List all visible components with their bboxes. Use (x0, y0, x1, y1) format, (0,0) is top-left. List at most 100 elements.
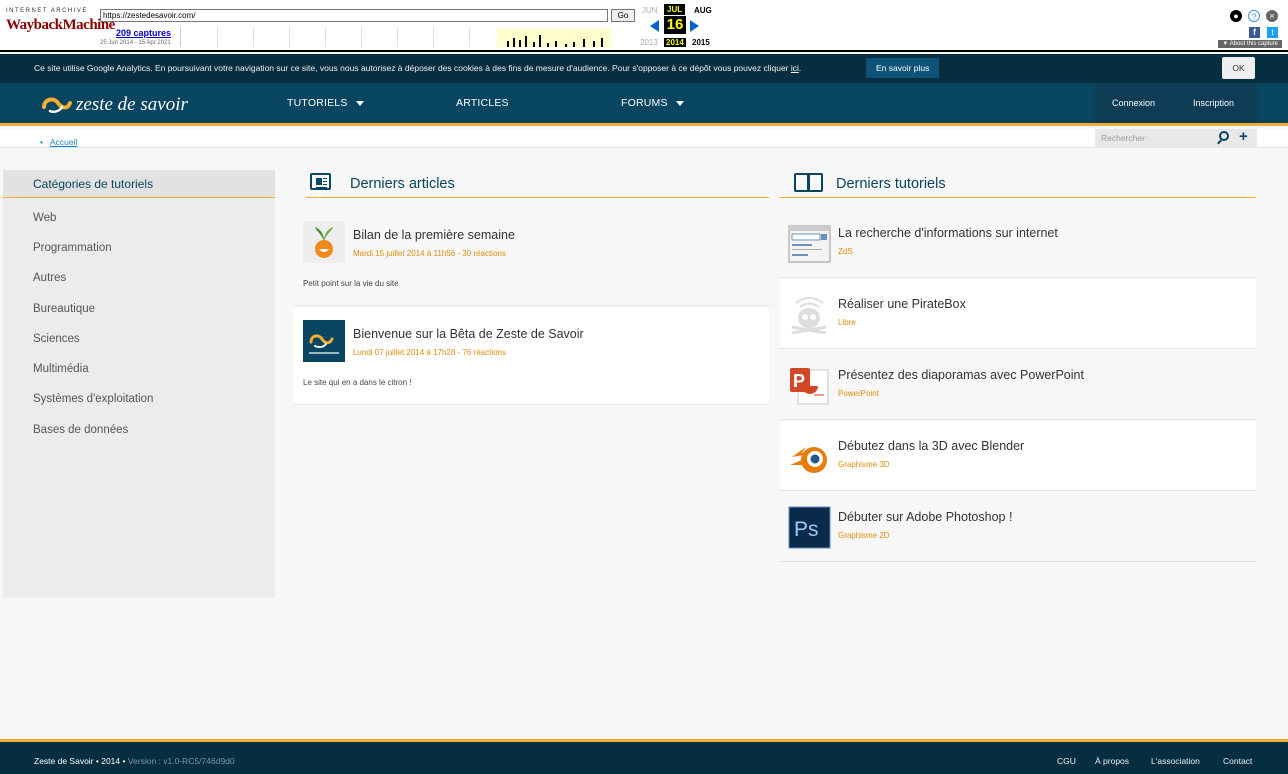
sidebar-categories: Catégories de tutoriels Web Programmatio… (3, 170, 275, 598)
nav-articles-label: ARTICLES (456, 97, 509, 109)
newspaper-icon (310, 173, 331, 190)
tutorial-title[interactable]: Débuter sur Adobe Photoshop ! (838, 510, 1012, 524)
footer-link-cgu[interactable]: CGU (1057, 756, 1076, 766)
signup-link[interactable]: Inscription (1193, 83, 1234, 123)
footer-link-contact[interactable]: Contact (1223, 756, 1252, 766)
zds-logo-icon: zeste de savoir (42, 94, 188, 115)
cookie-more-button[interactable]: En savoir plus (866, 58, 940, 78)
tutorial-item[interactable]: Ps Débuter sur Adobe Photoshop ! Graphis… (780, 492, 1256, 562)
divider (780, 561, 1256, 562)
wayback-capture-range: 25 Jun 2014 - 15 Apr 2021 (100, 40, 171, 46)
chevron-down-icon (675, 100, 684, 106)
cookie-text: Ce site utilise Google Analytics. En pou… (34, 63, 802, 73)
divider (780, 490, 1256, 491)
article-title[interactable]: Bienvenue sur la Bêta de Zeste de Savoir (353, 327, 584, 341)
wayback-logo-top: INTERNET ARCHIVE (6, 8, 88, 14)
sparkline-tick (361, 27, 362, 47)
sparkline-tick (397, 27, 398, 47)
wayback-url-input[interactable]: https://zestedesavoir.com/ (100, 9, 608, 22)
article-title[interactable]: Bilan de la première semaine (353, 228, 515, 242)
article-item[interactable]: Bienvenue sur la Bêta de Zeste de Savoir… (293, 307, 769, 405)
sparkline-bar (573, 42, 575, 47)
wayback-next-year[interactable]: 2015 (692, 38, 710, 47)
article-meta: Mardi 15 juillet 2014 à 11h56 - 30 réact… (353, 249, 506, 258)
tutorial-item[interactable]: Débutez dans la 3D avec Blender Graphism… (780, 421, 1256, 491)
sparkline-bar (533, 42, 535, 47)
tutorial-tag[interactable]: Graphisme 3D (838, 460, 890, 469)
wayback-go-button[interactable]: Go (611, 9, 635, 22)
wayback-sparkline[interactable] (180, 27, 640, 47)
user-icon[interactable]: ● (1230, 10, 1242, 22)
wayback-logo[interactable]: INTERNET ARCHIVE WaybackMachine (6, 8, 115, 46)
tutorial-item[interactable]: La recherche d'informations sur internet… (780, 208, 1256, 278)
sidebar-title: Catégories de tutoriels (3, 170, 275, 198)
sidebar-item-sciences[interactable]: Sciences (33, 333, 80, 345)
cookie-banner: Ce site utilise Google Analytics. En pou… (0, 54, 1288, 83)
article-item[interactable]: Bilan de la première semaine Mardi 15 ju… (293, 208, 769, 306)
twitter-icon[interactable]: t (1267, 27, 1278, 38)
nav-articles[interactable]: ARTICLES (456, 83, 509, 123)
tutorial-title[interactable]: Réaliser une PirateBox (838, 297, 966, 311)
advanced-search-plus-icon[interactable]: + (1239, 128, 1248, 145)
sparkline-bar (507, 41, 509, 47)
prev-capture-arrow-icon[interactable] (650, 20, 659, 32)
tutorial-item[interactable]: Réaliser une PirateBox Libre (780, 279, 1256, 349)
footer-link-a-propos[interactable]: À propos (1095, 756, 1129, 766)
wayback-actions: ● ? × f t ▼ About this capture (1202, 8, 1282, 48)
facebook-icon[interactable]: f (1249, 27, 1260, 38)
cookie-message: Ce site utilise Google Analytics. En pou… (34, 63, 791, 73)
tutorial-thumbnail (788, 222, 831, 265)
search-icon[interactable] (1219, 131, 1229, 141)
close-icon[interactable]: × (1266, 10, 1278, 22)
tutorial-tag[interactable]: PowerPoint (838, 389, 879, 398)
footer-link-association[interactable]: L'association (1151, 756, 1200, 766)
sidebar-item-systemes[interactable]: Systèmes d'exploitation (33, 393, 153, 405)
divider (780, 419, 1256, 420)
nav-tutoriels[interactable]: TUTORIELS (287, 83, 364, 123)
photoshop-icon: Ps (788, 506, 831, 549)
pirate-skull-icon (791, 297, 827, 335)
sidebar-item-programmation[interactable]: Programmation (33, 242, 112, 254)
article-thumbnail (303, 221, 345, 263)
sparkline-bar (525, 36, 527, 47)
tutorial-tag[interactable]: Graphisme 2D (838, 531, 890, 540)
sub-bar: Accueil Rechercher + (0, 128, 1288, 148)
tutorial-thumbnail: P (788, 364, 831, 407)
help-icon[interactable]: ? (1248, 10, 1260, 22)
account-area: Connexion Inscription (1095, 83, 1257, 123)
sidebar-item-autres[interactable]: Autres (33, 272, 66, 284)
search-input[interactable]: Rechercher (1101, 133, 1145, 143)
tutorial-tag[interactable]: Libre (838, 318, 856, 327)
sidebar-item-web[interactable]: Web (33, 212, 56, 224)
tutorial-title[interactable]: Présentez des diaporamas avec PowerPoint (838, 368, 1084, 382)
nav-forums[interactable]: FORUMS (621, 83, 684, 123)
tutorial-tag[interactable]: ZdS (838, 247, 853, 256)
search-box[interactable]: Rechercher + (1095, 128, 1257, 148)
footer-brand: Zeste de Savoir • 2014 • Version : v1.0-… (34, 756, 235, 766)
about-capture-button[interactable]: ▼ About this capture (1218, 40, 1282, 48)
tutorial-item[interactable]: P Présentez des diaporamas avec PowerPoi… (780, 350, 1256, 420)
sidebar-item-bases-de-donnees[interactable]: Bases de données (33, 424, 128, 436)
cookie-ok-button[interactable]: OK (1222, 57, 1255, 79)
next-capture-arrow-icon[interactable] (690, 20, 699, 32)
sparkline-bar (539, 35, 541, 47)
articles-heading: Derniers articles (350, 176, 455, 192)
svg-text:P: P (793, 371, 805, 391)
site-logo[interactable]: zeste de savoir (40, 91, 200, 117)
browser-window-icon (788, 225, 831, 263)
wayback-prev-month[interactable]: JUN (642, 6, 658, 15)
sidebar-item-multimedia[interactable]: Multimédia (33, 363, 89, 375)
wayback-captures-link[interactable]: 209 captures (116, 28, 171, 38)
footer-version[interactable]: Version : v1.0-RC5/746d9d0 (125, 756, 235, 766)
sidebar-item-bureautique[interactable]: Bureautique (33, 303, 95, 315)
tutorial-title[interactable]: La recherche d'informations sur internet (838, 226, 1058, 240)
tutorial-title[interactable]: Débutez dans la 3D avec Blender (838, 439, 1024, 453)
cookie-optout-link[interactable]: ici (791, 63, 799, 73)
wayback-next-month[interactable]: AUG (694, 6, 712, 15)
svg-text:Ps: Ps (794, 518, 819, 541)
sparkline-bar (593, 41, 595, 47)
breadcrumb-home[interactable]: Accueil (40, 137, 78, 147)
wayback-prev-year[interactable]: 2013 (640, 38, 658, 47)
wayback-toolbar: INTERNET ARCHIVE WaybackMachine https://… (0, 0, 1288, 52)
login-link[interactable]: Connexion (1112, 83, 1155, 123)
